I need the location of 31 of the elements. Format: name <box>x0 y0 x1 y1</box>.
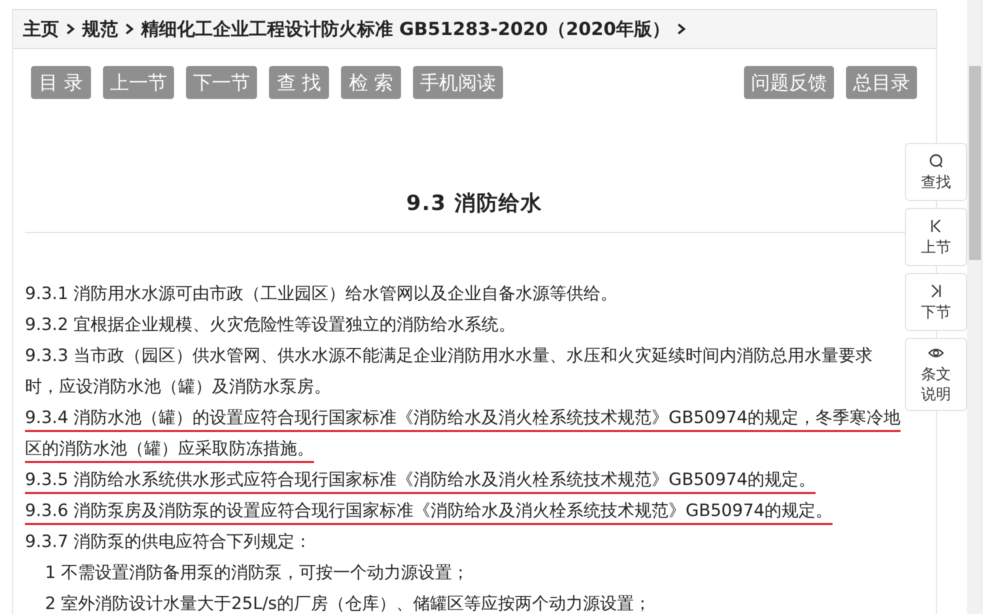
section-title: 9.3 消防给水 <box>405 190 544 217</box>
side-tool-button[interactable]: 下节 <box>905 273 967 331</box>
breadcrumb-link[interactable]: 主页 <box>23 17 59 41</box>
side-tool-button[interactable]: 查找 <box>905 143 967 201</box>
side-tool-button[interactable]: 条文说明 <box>905 338 967 411</box>
scrollbar-thumb[interactable] <box>969 66 981 260</box>
toolbar-button[interactable]: 查 找 <box>269 66 329 99</box>
clause-text: 9.3.6 消防泵房及消防泵的设置应符合现行国家标准《消防给水及消火栓系统技术规范》GB50974的规定。 <box>25 500 834 523</box>
breadcrumb-link[interactable]: 规范 <box>82 17 118 41</box>
list-item: 2 室外消防设计水量大于25L/s的厂房（仓库）、储罐区等应按两个动力源设置； <box>44 593 652 614</box>
chevron-icon <box>125 23 134 35</box>
toolbar-button[interactable]: 总目录 <box>846 66 917 99</box>
list-item: 1 不需设置消防备用泵的消防泵，可按一个动力源设置； <box>44 562 470 585</box>
toolbar-button[interactable]: 目 录 <box>31 66 91 99</box>
clause-text: 9.3.7 消防泵的供电应符合下列规定： <box>25 531 313 554</box>
chevron-icon <box>66 23 75 35</box>
toolbar-button[interactable]: 问题反馈 <box>744 66 834 99</box>
side-tool-button[interactable]: 上节 <box>905 208 967 266</box>
clause-text: 9.3.1 消防用水水源可由市政（工业园区）给水管网以及企业自备水源等供给。 <box>25 283 619 306</box>
scrollbar[interactable] <box>967 0 983 614</box>
toolbar-button[interactable]: 上一节 <box>103 66 174 99</box>
search-icon <box>928 152 944 168</box>
clause-text: 9.3.3 当市政（园区）供水管网、供水水源不能满足企业消防用水水量、水压和火灾延续时间内消防总用水量要求时，应设消防水池（罐）及消防水泵房。 <box>25 345 874 399</box>
clause-text: 9.3.5 消防给水系统供水形式应符合现行国家标准《消防给水及消火栓系统技术规范》GB50974的规定。 <box>25 469 817 492</box>
breadcrumb-link[interactable]: 精细化工企业工程设计防火标准 GB51283-2020（2020年版） <box>141 17 670 41</box>
toolbar-button[interactable]: 检 索 <box>341 66 401 99</box>
chevron-icon <box>677 23 686 35</box>
clause-text: 9.3.2 宜根据企业规模、火灾危险性等设置独立的消防给水系统。 <box>25 314 517 337</box>
toolbar-button[interactable]: 下一节 <box>186 66 257 99</box>
clause-text: 9.3.4 消防水池（罐）的设置应符合现行国家标准《消防给水及消火栓系统技术规范》GB50974的规定，冬季寒冷地区的消防水池（罐）应采取防冻措施。 <box>25 407 902 461</box>
toolbar-button[interactable]: 手机阅读 <box>413 66 503 99</box>
